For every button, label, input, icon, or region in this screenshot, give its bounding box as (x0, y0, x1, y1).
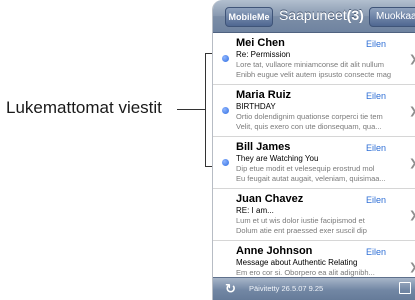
unread-dot-icon (222, 55, 229, 62)
callout-bracket-vertical (205, 53, 206, 167)
callout-label: Lukemattomat viestit (6, 98, 162, 117)
back-button[interactable]: MobileMe (225, 7, 273, 27)
message-preview: Lum et ut wis dolor iustie facipismod et… (236, 216, 414, 236)
message-preview-line: Enibh eugue velit autem ipsusto consecte… (236, 70, 392, 79)
compose-icon[interactable] (399, 282, 411, 294)
message-row[interactable]: Maria Ruiz Eilen BIRTHDAY Ortio dolendig… (213, 86, 415, 137)
message-preview: Dip etue modit et velesequip erostrud mo… (236, 164, 414, 184)
message-preview-line: Eu feugait autat augait, veleniam, quisi… (236, 174, 386, 183)
message-date: Eilen (366, 247, 387, 257)
refresh-icon[interactable]: ↻ (225, 281, 236, 297)
message-preview-line: Dolum atie ent praessed exer suscil dip (236, 226, 367, 235)
message-sender: Mei Chen (236, 37, 285, 49)
message-preview: Lore tat, vullaore miniamconse dit alit … (236, 60, 414, 80)
unread-dot-icon (222, 107, 229, 114)
phone-screen: MobileMe Saapuneet(3) Muokkaa Mei Chen E… (212, 0, 415, 300)
message-sender: Anne Johnson (236, 245, 313, 257)
chevron-right-icon: ❯ (409, 262, 415, 273)
message-subject: They are Watching You (236, 154, 319, 163)
chevron-right-icon: ❯ (409, 210, 415, 221)
chevron-right-icon: ❯ (409, 54, 415, 65)
message-date: Eilen (366, 39, 387, 49)
unread-dot-icon (222, 159, 229, 166)
message-subject: RE: I am... (236, 206, 274, 215)
message-date: Eilen (366, 195, 387, 205)
message-preview-line: Ortio dolendignim quationse corperci tie… (236, 112, 383, 121)
message-row[interactable]: Anne Johnson Eilen Message about Authent… (213, 242, 415, 277)
last-updated-text: Päivitetty 26.5.07 9.25 (249, 284, 324, 293)
callout-connector-horizontal (177, 109, 206, 110)
chevron-right-icon: ❯ (409, 158, 415, 169)
chevron-right-icon: ❯ (409, 106, 415, 117)
unread-count: (3) (346, 7, 364, 23)
message-date: Eilen (366, 91, 387, 101)
message-sender: Maria Ruiz (236, 89, 292, 101)
bottom-toolbar: ↻ Päivitetty 26.5.07 9.25 (213, 277, 415, 300)
page-title: Saapuneet(3) (279, 7, 364, 23)
message-preview-line: Velit, quis exero con ute dionsequam, qu… (236, 122, 382, 131)
message-subject: Message about Authentic Relating (236, 258, 358, 267)
message-sender: Bill James (236, 141, 291, 153)
message-preview-line: Lum et ut wis dolor iustie facipismod et (236, 216, 365, 225)
message-date: Eilen (366, 143, 387, 153)
message-subject: BIRTHDAY (236, 102, 276, 111)
message-sender: Juan Chavez (236, 193, 304, 205)
message-preview: Ortio dolendignim quationse corperci tie… (236, 112, 414, 132)
message-row[interactable]: Mei Chen Eilen Re: Permission Lore tat, … (213, 34, 415, 85)
message-preview-line: Lore tat, vullaore miniamconse dit alit … (236, 60, 384, 69)
message-row[interactable]: Bill James Eilen They are Watching You D… (213, 138, 415, 189)
mailbox-name: Saapuneet (279, 7, 347, 23)
message-subject: Re: Permission (236, 50, 291, 59)
message-row[interactable]: Juan Chavez Eilen RE: I am... Lum et ut … (213, 190, 415, 241)
message-preview-line: Dip etue modit et velesequip erostrud mo… (236, 164, 375, 173)
edit-button[interactable]: Muokkaa (369, 7, 415, 27)
navigation-bar: MobileMe Saapuneet(3) Muokkaa (213, 0, 415, 33)
